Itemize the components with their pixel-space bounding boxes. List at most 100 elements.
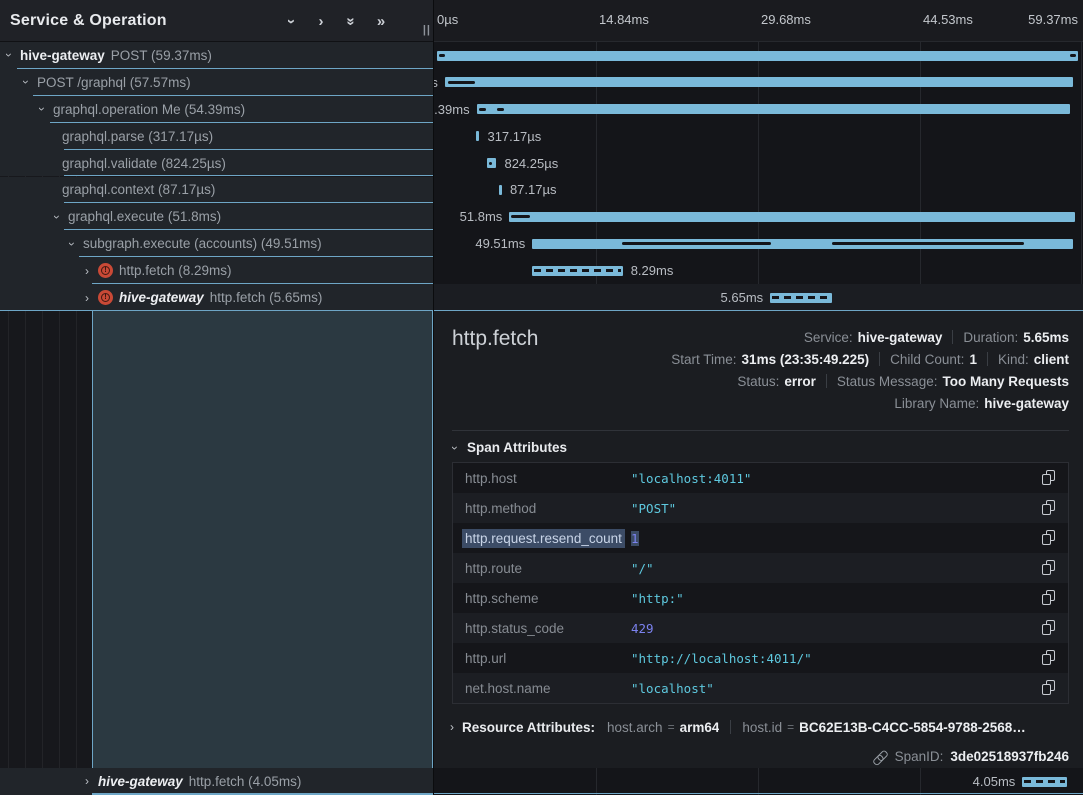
meta-label: Status: <box>737 374 779 389</box>
attribute-key: http.route <box>453 561 631 576</box>
timeline-tick-label: 0µs <box>437 12 458 27</box>
tree-row[interactable]: ›subgraph.execute (accounts) (49.51ms) <box>0 230 434 257</box>
expand-all-icon[interactable] <box>374 13 388 29</box>
tree-row[interactable]: graphql.context (87.17µs) <box>0 177 434 204</box>
span-self-time-mark <box>511 215 530 218</box>
timeline-tick-label: 59.37ms <box>1028 12 1078 27</box>
tree-row[interactable]: graphql.validate (824.25µs) <box>0 150 434 177</box>
chevron-down-icon[interactable]: › <box>66 239 78 249</box>
span-detail-title: http.fetch <box>452 327 538 351</box>
tree-row[interactable]: ›graphql.execute (51.8ms) <box>0 203 434 230</box>
copy-button[interactable] <box>1042 620 1056 636</box>
service-name: hive-gateway <box>20 48 105 63</box>
span-duration-bar[interactable] <box>476 131 479 141</box>
waterfall-row[interactable]: 8.29ms <box>434 257 1083 284</box>
tree-row[interactable]: graphql.parse (317.17µs) <box>0 123 434 150</box>
span-duration-bar[interactable] <box>487 158 496 168</box>
meta-label: Kind: <box>998 352 1029 367</box>
tree-row[interactable]: ›hive-gatewayhttp.fetch (4.05ms) <box>0 768 434 795</box>
copy-icon <box>1042 680 1056 696</box>
copy-icon <box>1042 560 1056 576</box>
attribute-value-text: 429 <box>631 621 654 636</box>
collapse-all-icon[interactable] <box>344 13 358 29</box>
timeline-tick-label: 29.68ms <box>761 12 811 27</box>
timeline-tick-label: 44.53ms <box>923 12 973 27</box>
span-attributes-header[interactable]: › Span Attributes <box>450 440 567 455</box>
meta-divider <box>952 330 953 344</box>
detail-meta-line: Service:hive-gatewayDuration:5.65ms <box>671 326 1069 348</box>
copy-icon <box>1042 650 1056 666</box>
detail-meta-line: Library Name:hive-gateway <box>671 392 1069 414</box>
attribute-key: http.url <box>453 651 631 666</box>
chevron-down-icon[interactable]: › <box>36 104 48 114</box>
span-self-time-mark <box>479 108 486 111</box>
expand-one-icon[interactable] <box>314 13 328 29</box>
chevron-down-icon[interactable]: › <box>51 212 63 222</box>
waterfall-row[interactable]: 5.65ms <box>434 284 1083 311</box>
waterfall-row[interactable]: 49.51ms <box>434 230 1083 257</box>
tree-row[interactable]: ›http.fetch (8.29ms) <box>0 257 434 284</box>
span-duration-bar[interactable] <box>532 239 1072 249</box>
detail-meta-item: Child Count:1 <box>890 352 977 367</box>
span-duration-bar[interactable] <box>445 77 1073 87</box>
tree-row-content: ›graphql.execute (51.8ms) <box>0 203 434 230</box>
detail-meta-item: Duration:5.65ms <box>963 330 1069 345</box>
waterfall-row[interactable]: 51.8ms <box>434 203 1083 230</box>
error-icon <box>98 263 113 278</box>
tree-row[interactable]: ›POST /graphql (57.57ms) <box>0 69 434 96</box>
attribute-key: net.host.name <box>453 681 631 696</box>
waterfall-row[interactable]: 4.05ms <box>434 768 1083 795</box>
chevron-right-icon[interactable]: › <box>450 720 454 734</box>
attribute-key: http.scheme <box>453 591 631 606</box>
copy-button[interactable] <box>1042 680 1056 696</box>
waterfall-row[interactable]: 317.17µs <box>434 123 1083 150</box>
waterfall-row[interactable]: 57.57ms <box>434 69 1083 96</box>
chevron-down-icon[interactable]: › <box>3 50 15 60</box>
panel-resize-handle[interactable]: || <box>423 24 431 36</box>
operation-name: graphql.parse (317.17µs) <box>62 129 213 144</box>
copy-button[interactable] <box>1042 650 1056 666</box>
span-id-row: SpanID: 3de02518937fb246 <box>873 745 1069 767</box>
chevron-right-icon[interactable]: › <box>82 265 92 277</box>
attribute-key: http.status_code <box>453 621 631 636</box>
span-duration-label: 317.17µs <box>487 123 541 150</box>
attribute-value: "POST" <box>631 501 676 516</box>
chevron-down-icon[interactable]: › <box>20 77 32 87</box>
collapse-one-icon[interactable] <box>284 13 298 29</box>
span-duration-bar[interactable] <box>532 266 622 276</box>
tree-row[interactable]: ›hive-gatewayPOST (59.37ms) <box>0 42 434 69</box>
waterfall-row[interactable]: 824.25µs <box>434 150 1083 177</box>
span-duration-bar[interactable] <box>437 51 1078 61</box>
span-duration-bar[interactable] <box>477 104 1071 114</box>
chevron-down-icon[interactable]: › <box>449 443 461 453</box>
tree-row-content: ›hive-gatewayhttp.fetch (5.65ms) <box>0 284 434 311</box>
chevron-right-icon[interactable]: › <box>82 292 92 304</box>
tree-row[interactable]: ›hive-gatewayhttp.fetch (5.65ms) <box>0 284 434 311</box>
copy-button[interactable] <box>1042 470 1056 486</box>
panel-divider[interactable] <box>433 0 434 795</box>
copy-button[interactable] <box>1042 530 1056 546</box>
span-duration-bar[interactable] <box>509 212 1074 222</box>
attribute-value-text: 1 <box>631 531 639 546</box>
attribute-value-text: "POST" <box>631 501 676 516</box>
waterfall-row[interactable]: 87.17µs <box>434 177 1083 204</box>
span-duration-bar[interactable] <box>1022 777 1066 787</box>
waterfall-row[interactable]: 59.37ms <box>434 42 1083 69</box>
attribute-value: 1 <box>631 531 639 546</box>
detail-meta-item: Start Time:31ms (23:35:49.225) <box>671 352 869 367</box>
copy-button[interactable] <box>1042 500 1056 516</box>
span-duration-bar[interactable] <box>499 185 502 195</box>
copy-button[interactable] <box>1042 590 1056 606</box>
resource-attributes-row[interactable]: › Resource Attributes: host.arch=arm64ho… <box>450 715 1069 739</box>
meta-value: hive-gateway <box>858 330 943 345</box>
copy-button[interactable] <box>1042 560 1056 576</box>
link-icon[interactable] <box>870 745 891 766</box>
chevron-right-icon[interactable]: › <box>82 775 92 787</box>
tree-row[interactable]: ›graphql.operation Me (54.39ms) <box>0 96 434 123</box>
waterfall-row[interactable]: 54.39ms <box>434 96 1083 123</box>
detail-meta-item: Kind:client <box>998 352 1069 367</box>
tree-row-content: ›hive-gatewayPOST (59.37ms) <box>0 42 434 69</box>
span-bar-stripes <box>772 296 830 299</box>
resource-attribute-item: host.id=BC62E13B-C4CC-5854-9788-2568… <box>742 720 1025 735</box>
span-duration-bar[interactable] <box>770 293 832 303</box>
